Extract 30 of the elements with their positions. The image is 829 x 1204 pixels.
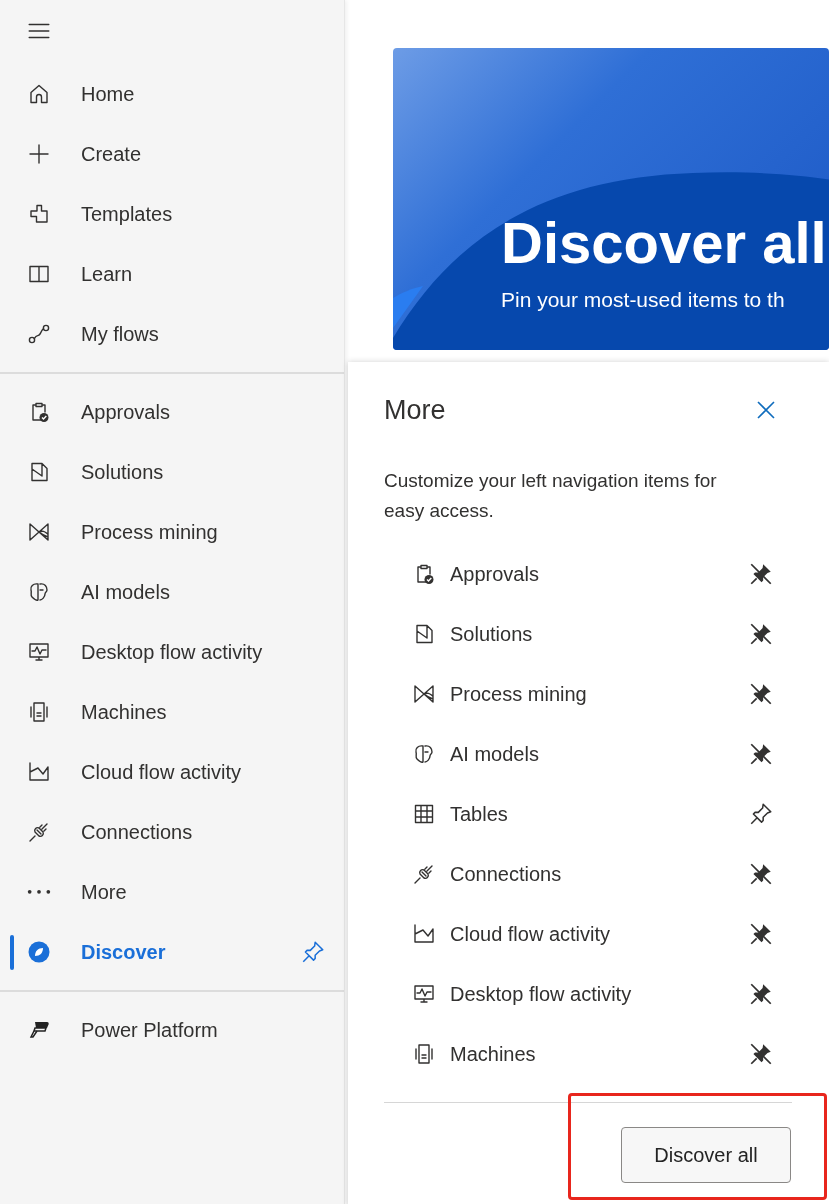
nav-item[interactable]: AI models [0,562,344,622]
nav-item[interactable]: More [0,862,344,922]
discover-all-button[interactable]: Discover all [621,1127,791,1183]
item-label: Solutions [450,622,534,646]
nav-item[interactable]: Process mining [0,502,344,562]
nav-item[interactable]: Desktop flow activity [0,622,344,682]
item-label: Desktop flow activity [450,982,633,1006]
nav-item[interactable]: Cloud flow activity [0,742,344,802]
item-label: AI models [450,742,540,766]
item-label: Cloud flow activity [450,922,612,946]
item-label: Connections [450,862,563,886]
nav-item[interactable]: Home [0,64,344,124]
panel-description: Customize your left navigation items for easy access. [384,469,718,523]
item-label: Process mining [450,682,588,706]
banner-title: Discover all [501,210,827,276]
nav-item[interactable]: Approvals [0,382,344,442]
nav-item[interactable]: Power Platform [0,1000,344,1060]
nav-item[interactable]: Machines [0,682,344,742]
nav-item[interactable]: Templates [0,184,344,244]
nav-item[interactable]: Create [0,124,344,184]
nav-item[interactable]: Solutions [0,442,344,502]
item-label: Approvals [450,562,540,586]
banner-subtitle: Pin your most-used items to th [501,288,785,312]
nav-item[interactable]: Connections [0,802,344,862]
nav-item[interactable]: Learn [0,244,344,304]
panel-title: More [384,394,446,426]
item-label: Machines [450,1042,537,1066]
nav-item[interactable]: Discover [0,922,300,982]
nav-item[interactable]: My flows [0,304,344,364]
item-label: Tables [450,802,509,826]
